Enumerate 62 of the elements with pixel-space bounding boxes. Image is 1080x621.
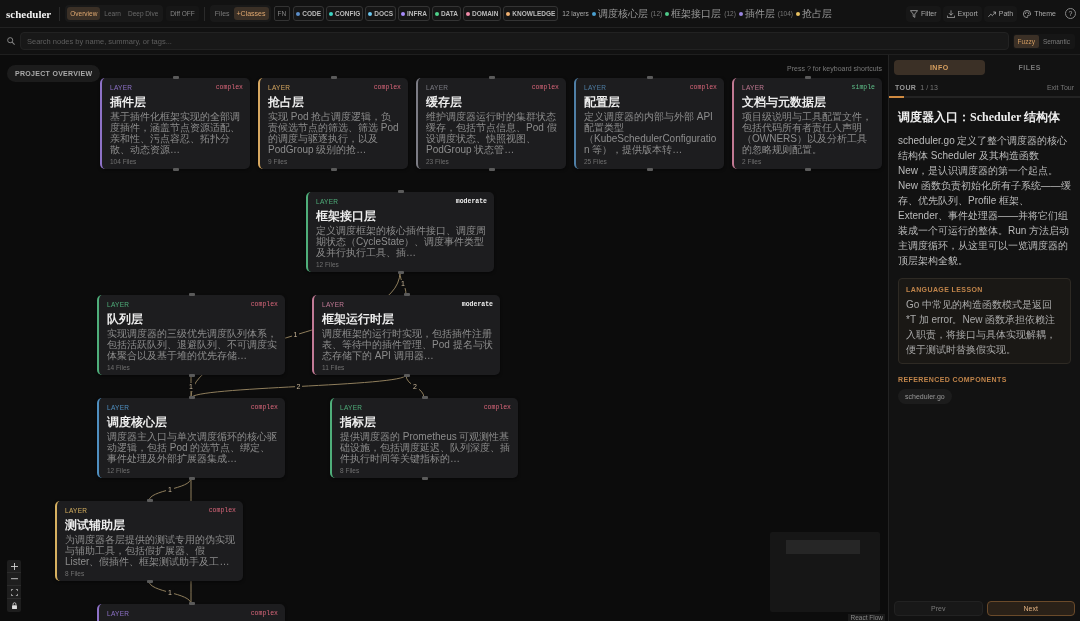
node-title: 文档与元数据层	[742, 95, 827, 109]
layer-legend-item[interactable]: 抢占层	[796, 6, 832, 21]
connection-handle[interactable]	[422, 477, 428, 480]
node-description: 实现 Pod 抢占调度逻辑，负责候选节点的筛选、筛选 Pod 的调度与驱逐执行，以及 PodGroup 级别的抢…	[268, 111, 400, 155]
node-description: 提供调度器的 Prometheus 可观测性基础设施，包括调度延迟、队列深度、插件执行时间等关键指标的…	[340, 431, 511, 464]
connection-handle[interactable]	[398, 271, 404, 274]
connection-handle[interactable]	[647, 168, 653, 171]
connection-handle[interactable]	[189, 374, 195, 377]
fit-view-button[interactable]	[7, 586, 21, 599]
node-title: 队列层	[107, 312, 144, 326]
node-description: 为调度器各层提供的测试专用的伪实现与辅助工具，包括假扩展器、假 Lister、假插件、框架测试助手及工…	[65, 534, 236, 567]
connection-handle[interactable]	[805, 76, 811, 79]
node-title: 抢占层	[268, 95, 305, 109]
node-title: 指标层	[340, 415, 377, 429]
connection-handle[interactable]	[331, 168, 337, 171]
node-description: 项目级说明与工具配置文件，包括代码所有者责任人声明（OWNERS）以及分析工具的忽略规则配置。	[742, 111, 873, 155]
funnel-icon	[910, 9, 918, 18]
minus-icon	[10, 578, 18, 580]
plus-icon	[10, 562, 18, 570]
connection-handle[interactable]	[489, 168, 495, 171]
connection-handle[interactable]	[331, 76, 337, 79]
node-title: 配置层	[584, 95, 621, 109]
node-title: 框架接口层	[316, 209, 377, 223]
node-description: 调度器主入口与单次调度循环的核心驱动逻辑，包括 Pod 的选节点、绑定、事件处理及外部扩展器集成…	[107, 431, 278, 464]
app-title: scheduler	[6, 7, 52, 20]
node-title: 调度核心层	[107, 415, 168, 429]
node-description: 定义调度器的内部与外部 API 配置类型（KubeSchedulerConfiguration 等），提供版本转…	[584, 111, 717, 155]
connection-handle[interactable]	[189, 602, 195, 605]
node-title: 插件层	[110, 95, 147, 109]
connection-handle[interactable]	[189, 396, 195, 399]
fit-view-icon	[10, 588, 18, 596]
palette-icon	[1023, 9, 1032, 18]
connection-handle[interactable]	[805, 168, 811, 171]
connection-handle[interactable]	[489, 76, 495, 79]
node-description: 维护调度器运行时的集群状态缓存，包括节点信息、Pod 假设调度状态、快照视图、PodGroup 状态管…	[426, 111, 558, 155]
node-title: 框架运行时层	[322, 312, 395, 326]
node-description: 实现调度器的三级优先调度队列体系，包括活跃队列、退避队列、不可调度实体聚合以及基于堆的优先存储…	[107, 328, 278, 361]
connection-handle[interactable]	[422, 396, 428, 399]
node-title: 缓存层	[426, 95, 463, 109]
node-description: 基于插件化框架实现的全部调度插件，涵盖节点资源适配、亲和性、污点容忍、拓扑分散、动态资源…	[110, 111, 241, 155]
lesson-text: Go 中常见的构造函数模式是返回 *T 加 error。New 函数承担依赖注入职责，将接口与具体实现解耦，便于测试时替换假实现。	[906, 298, 1057, 357]
connection-handle[interactable]	[647, 76, 653, 79]
minimap[interactable]	[770, 532, 880, 612]
connection-handle[interactable]	[404, 293, 410, 296]
step-description: scheduler.go 定义了整个调度器的核心结构体 Scheduler 及其构造函数 New，是认识调度器的第一个起点。New 函数负责初始化所有子系统——缓存、优先队列、Profile 框架、Extender、事件处理器——并将它们组装成一个可运行的整体。Run 方法启动主调度循环，从这里可以一览调度器的顶层架构全貌。	[898, 134, 1071, 268]
download-icon	[946, 9, 955, 18]
node-description: 定义调度框架的核心插件接口、调度周期状态（CycleState）、调度事件类型及并行执行工具、插…	[316, 225, 487, 258]
trend-arrow-icon	[987, 9, 996, 18]
connection-handle[interactable]	[404, 374, 410, 377]
node-title: 测试辅助层	[65, 518, 126, 532]
connection-handle[interactable]	[189, 477, 195, 480]
connection-handle[interactable]	[173, 76, 179, 79]
padlock-icon	[10, 602, 18, 609]
search-icon	[7, 37, 15, 45]
node-description: 调度框架的运行时实现，包括插件注册表、等待中的插件管理、Pod 提名与状态存储下的 API 调用器…	[322, 328, 493, 361]
zoom-in-button[interactable]	[7, 560, 21, 573]
connection-handle[interactable]	[173, 168, 179, 171]
step-title: 调度器入口：Scheduler 结构体	[898, 109, 1062, 125]
connection-handle[interactable]	[147, 580, 153, 583]
connection-handle[interactable]	[147, 499, 153, 502]
connection-handle[interactable]	[189, 293, 195, 296]
connection-handle[interactable]	[398, 190, 404, 193]
